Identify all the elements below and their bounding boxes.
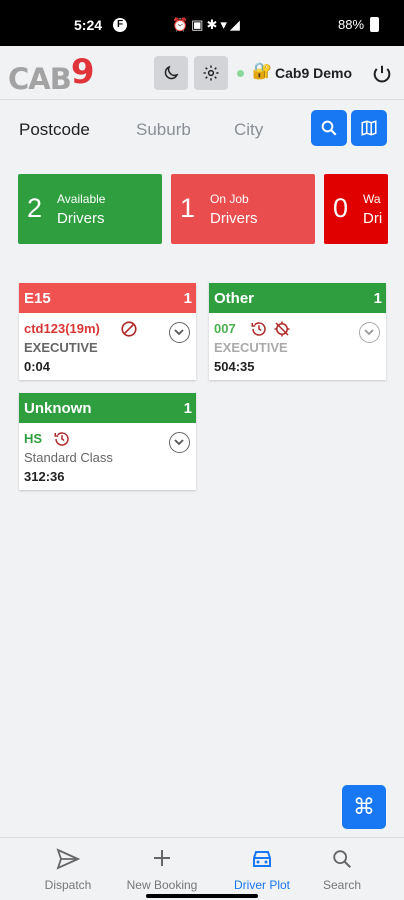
status-time: 5:24 [74,17,103,33]
on-job-count: 1 [180,193,196,223]
chevron-down-icon [174,329,184,336]
app-header: CAB9 🔐 Cab9 Demo [0,46,404,100]
gesture-bar [146,894,258,898]
command-button[interactable]: ⌘ [342,785,386,829]
driver-time: 312:36 [24,469,65,484]
waiting-count: 0 [333,193,349,223]
card-label-line1: Wa [363,192,381,206]
plus-icon [154,850,170,866]
command-icon: ⌘ [353,794,375,819]
bottom-navigation: Dispatch New Booking Driver Plot Search [0,837,404,900]
gear-icon [203,65,219,81]
available-count: 2 [27,193,43,223]
settings-button[interactable] [194,56,228,90]
tab-city[interactable]: City [234,120,263,140]
driver-time: 504:35 [214,359,255,374]
driver-row[interactable]: ctd123(19m) EXECUTIVE 0:04 [19,313,196,380]
nav-label: Search [322,878,362,892]
card-label-line2: Drivers [57,210,105,227]
zone-name: Other [214,290,255,307]
moon-icon [164,65,179,80]
map-view-button[interactable] [351,110,387,146]
card-label-line1: Available [57,192,106,206]
card-label-line2: Drivers [210,210,258,227]
search-icon [333,850,351,868]
send-icon [56,848,80,870]
vehicle-class: EXECUTIVE [24,340,98,355]
nav-label: Dispatch [44,878,92,892]
zone-card-e15: E15 1 ctd123(19m) EXECUTIVE 0:04 [19,283,196,380]
on-job-drivers-card[interactable]: 1 On Job Drivers [171,174,315,244]
zone-header: Unknown 1 [19,393,196,423]
chevron-down-icon [174,439,184,446]
search-button[interactable] [311,110,347,146]
driver-row[interactable]: HS Standard Class 312:36 [19,423,196,490]
zone-driver-count: 1 [183,290,192,307]
map-icon [361,120,377,136]
vehicle-class: Standard Class [24,450,113,465]
waiting-drivers-card[interactable]: 0 Wa Dri [324,174,388,244]
nav-new-booking[interactable]: New Booking [118,838,206,900]
nav-dispatch[interactable]: Dispatch [30,838,106,900]
zone-driver-count: 1 [183,400,192,417]
available-drivers-card[interactable]: 2 Available Drivers [18,174,162,244]
system-icons: ⏰▣✱▾◢ [172,17,243,32]
zone-header: E15 1 [19,283,196,313]
car-icon [253,851,271,867]
nav-label: New Booking [126,878,198,892]
blocked-icon [121,321,137,337]
app-notification-icon: F [113,18,127,32]
expand-button[interactable] [169,322,190,343]
zone-name: E15 [24,290,51,307]
vehicle-class: EXECUTIVE [214,340,288,355]
zone-header: Other 1 [209,283,386,313]
nav-label: Driver Plot [233,878,290,892]
chevron-down-icon [364,329,374,336]
search-icon [321,120,337,136]
history-icon [251,322,266,336]
driver-time: 0:04 [24,359,51,374]
status-bar: 5:24 F ⏰▣✱▾◢ 88% [0,0,404,46]
power-icon[interactable] [371,63,393,85]
card-label-line2: Dri [363,210,383,227]
zone-card-unknown: Unknown 1 HS Standard Class 312:36 [19,393,196,490]
expand-button[interactable] [169,432,190,453]
driver-name: HS [24,431,43,446]
card-label-line1: On Job [210,192,249,206]
online-status-dot [237,70,244,77]
tab-postcode[interactable]: Postcode [19,120,90,140]
user-name[interactable]: Cab9 Demo [275,65,352,81]
battery-level: 88% [338,17,365,32]
battery-icon [370,17,379,32]
history-icon [54,432,69,446]
lock-icon: 🔐 [252,63,272,80]
zone-driver-count: 1 [373,290,382,307]
driver-name: ctd123(19m) [24,321,100,336]
driver-row[interactable]: 007 EXECUTIVE 504:35 [209,313,386,380]
nav-driver-plot[interactable]: Driver Plot [222,838,302,900]
dark-mode-toggle[interactable] [154,56,188,90]
no-location-icon [274,321,290,337]
expand-button[interactable] [359,322,380,343]
zone-name: Unknown [24,400,92,417]
tab-suburb[interactable]: Suburb [136,120,191,140]
zone-card-other: Other 1 007 EXECUTIVE 504:35 [209,283,386,380]
nav-search[interactable]: Search [306,838,378,900]
driver-name: 007 [214,321,236,336]
cab9-logo: CAB9 [8,52,95,96]
